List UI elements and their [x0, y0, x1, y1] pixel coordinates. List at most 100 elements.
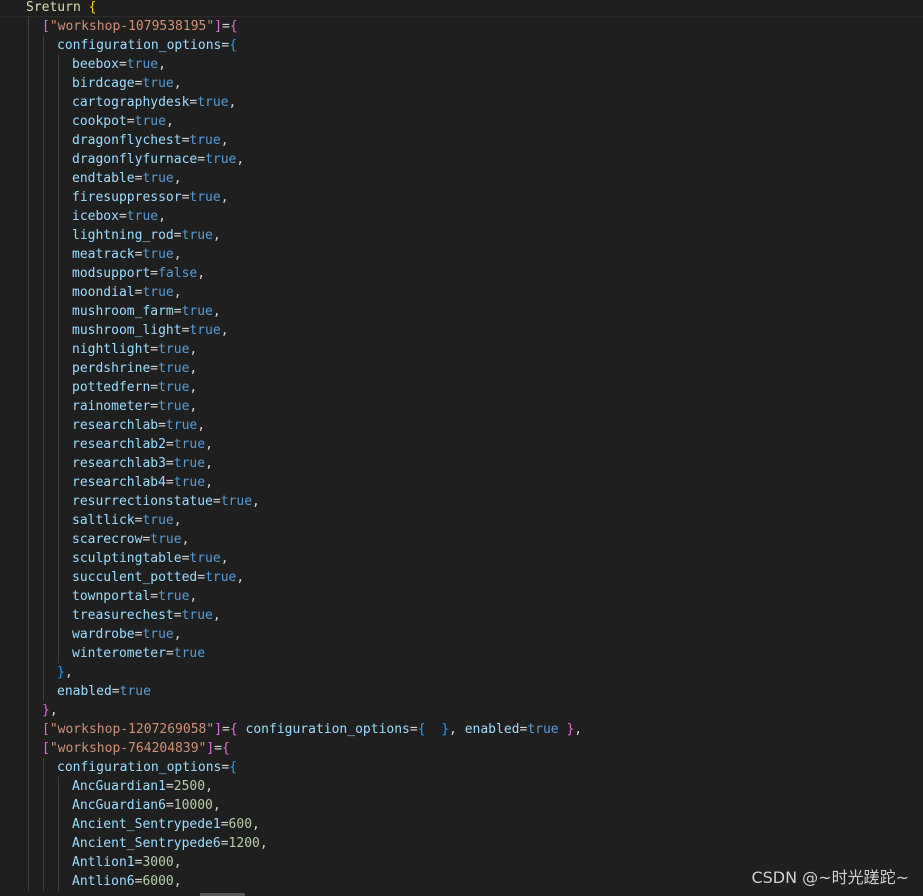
indent-guide	[28, 302, 29, 321]
code-editor[interactable]: Sreturn {["workshop-1079538195"]={config…	[0, 0, 923, 896]
indent-guide	[28, 511, 29, 530]
indent-guide	[28, 663, 29, 682]
token-key: lightning_rod	[72, 228, 174, 243]
token-op: =	[165, 646, 174, 661]
token-key: townportal	[72, 589, 151, 604]
indent-guide	[28, 321, 29, 340]
indent-guide	[43, 150, 44, 169]
token-op: =	[150, 380, 159, 395]
code-line-content: researchlab3=true,	[72, 454, 213, 473]
indent-guide	[28, 112, 29, 131]
token-key: configuration_options	[57, 760, 222, 775]
token-op: =	[197, 570, 206, 585]
indent-guide	[28, 397, 29, 416]
token-num: 600	[228, 817, 253, 832]
token-val: true	[142, 285, 174, 300]
indent-guide	[43, 283, 44, 302]
indent-guide	[28, 625, 29, 644]
indent-guide	[58, 815, 59, 834]
token-punc: ,	[173, 247, 182, 262]
indent-guide	[28, 150, 29, 169]
token-key: researchlab2	[72, 437, 166, 452]
code-line-content: },	[42, 701, 58, 720]
indent-guide	[28, 549, 29, 568]
token-brace-p: [	[42, 741, 50, 756]
indent-guide	[28, 283, 29, 302]
token-brace-y: {	[88, 0, 97, 15]
token-op: =	[220, 836, 229, 851]
token-punc: ,	[220, 190, 229, 205]
token-key: researchlab	[72, 418, 159, 433]
token-val: true	[165, 418, 198, 433]
token-op: =	[212, 494, 221, 509]
token-punc: ,	[64, 665, 73, 680]
token-val: true	[189, 551, 221, 566]
token-val: true	[181, 608, 213, 623]
indent-guide	[58, 644, 59, 663]
token-op: =	[118, 209, 127, 224]
code-line-content: modsupport=false,	[72, 264, 205, 283]
indent-guide	[28, 188, 29, 207]
indent-guide	[58, 568, 59, 587]
indent-guide	[43, 834, 44, 853]
token-punc: ,	[173, 285, 182, 300]
token-op: =	[222, 722, 230, 737]
token-key: scarecrow	[72, 532, 143, 547]
token-val: true	[197, 95, 229, 110]
token-num: 1200	[228, 836, 260, 851]
token-val: true	[142, 76, 174, 91]
token-punc: ,	[165, 114, 174, 129]
token-punc: ,	[252, 494, 260, 509]
indent-guide	[28, 834, 29, 853]
indent-guide	[28, 739, 29, 758]
token-val: true	[181, 228, 213, 243]
token-num: 2500	[173, 779, 206, 794]
code-line-content: scarecrow=true,	[72, 530, 189, 549]
token-op: =	[165, 798, 174, 813]
indent-guide	[58, 321, 59, 340]
token-punc: ,	[205, 456, 213, 471]
code-line-content: birdcage=true,	[72, 74, 182, 93]
code-line-content: firesuppressor=true,	[72, 188, 229, 207]
token-op: =	[126, 114, 135, 129]
token-key: resurrectionstatue	[72, 494, 213, 509]
token-punc: ,	[259, 836, 268, 851]
token-val: true	[173, 456, 206, 471]
indent-guide	[28, 492, 29, 511]
token-op: =	[150, 399, 159, 414]
indent-guide	[43, 74, 44, 93]
token-punc: ,	[197, 266, 206, 281]
watermark: CSDN @~时光蹉跎~	[751, 868, 909, 887]
indent-guide	[58, 302, 59, 321]
indent-guide	[28, 378, 29, 397]
indent-guide	[43, 549, 44, 568]
code-line-content: pottedfern=true,	[72, 378, 197, 397]
token-val: true	[158, 361, 190, 376]
token-key: configuration_options	[57, 38, 222, 53]
code-line-content: ["workshop-764204839"]={	[42, 739, 230, 758]
token-punc: ,	[212, 798, 221, 813]
code-line-content: lightning_rod=true,	[72, 226, 221, 245]
token-val: true	[126, 209, 159, 224]
token-punc: ,	[189, 361, 198, 376]
indent-guide	[58, 131, 59, 150]
token-val: true	[173, 475, 206, 490]
indent-guide	[58, 74, 59, 93]
code-line-content: wardrobe=true,	[72, 625, 182, 644]
indent-guide	[28, 796, 29, 815]
indent-guide	[58, 264, 59, 283]
indent-guide	[28, 720, 29, 739]
token-punc: ,	[252, 817, 260, 832]
indent-guide	[43, 568, 44, 587]
token-str: "workshop-764204839"	[49, 741, 207, 756]
token-key: researchlab4	[72, 475, 166, 490]
token-key: firesuppressor	[72, 190, 182, 205]
indent-guide	[43, 264, 44, 283]
indent-guide	[43, 378, 44, 397]
indent-guide	[58, 55, 59, 74]
indent-guide	[28, 701, 29, 720]
token-val: true	[173, 437, 206, 452]
indent-guide	[43, 473, 44, 492]
indent-guide	[28, 340, 29, 359]
token-val: true	[142, 627, 174, 642]
